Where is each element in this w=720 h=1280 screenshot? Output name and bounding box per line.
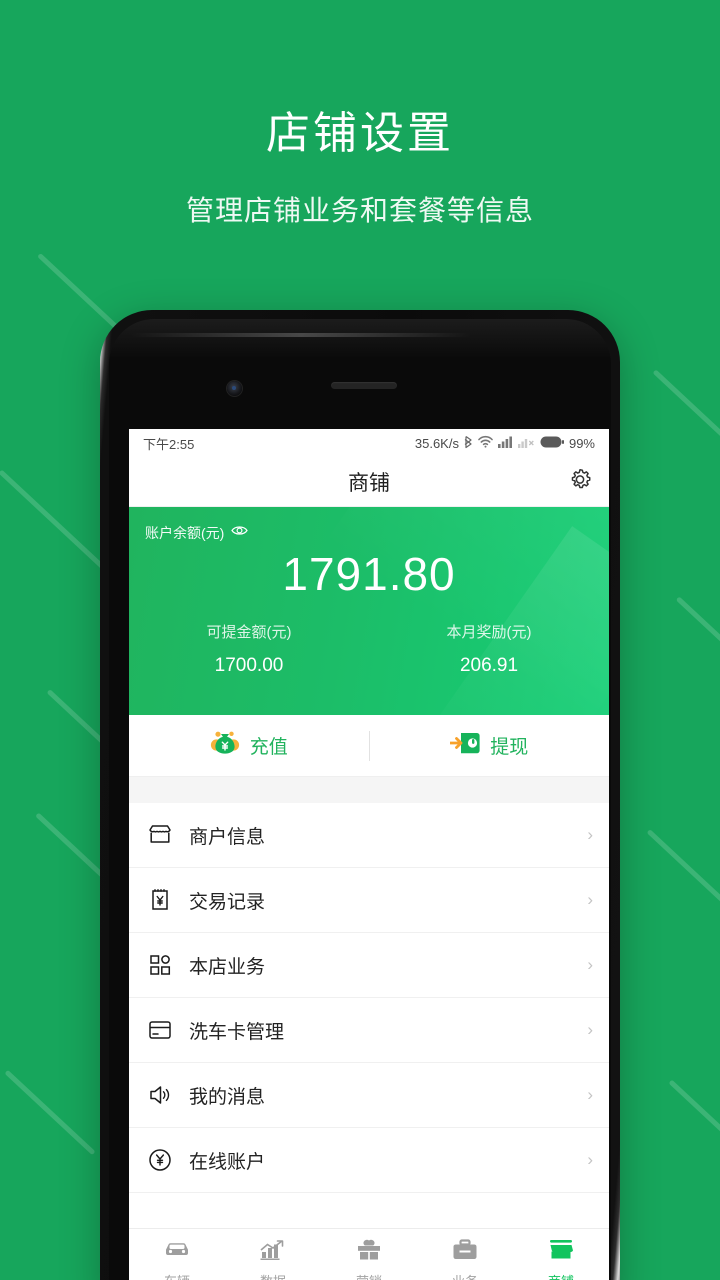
shop-icon	[546, 1239, 576, 1266]
speaker-icon	[145, 1084, 175, 1106]
eye-icon[interactable]	[231, 524, 249, 542]
promo-header: 店铺设置 管理店铺业务和套餐等信息	[0, 0, 720, 229]
balance-col-monthly-reward: 本月奖励(元) 206.91	[369, 621, 609, 677]
menu-item-online-account[interactable]: 在线账户 ›	[129, 1128, 609, 1193]
balance-col-label: 本月奖励(元)	[446, 624, 532, 641]
menu-item-label: 交易记录	[189, 891, 266, 913]
status-bar: 下午2:55 35.6K/s 99%	[129, 429, 609, 457]
chevron-right-icon: ›	[587, 1020, 593, 1039]
balance-col-value: 206.91	[459, 655, 519, 676]
tab-vehicles[interactable]: 车辆	[129, 1239, 225, 1280]
balance-col-withdrawable: 可提金额(元) 1700.00	[129, 621, 369, 677]
tab-data[interactable]: 数据	[225, 1239, 321, 1280]
menu-item-my-messages[interactable]: 我的消息 ›	[129, 1063, 609, 1128]
gift-icon	[355, 1239, 383, 1266]
balance-amount: 1791.80	[282, 548, 456, 600]
phone-screen: 下午2:55 35.6K/s 99% 商铺 账户余额(元) 1791.80 可提…	[129, 429, 609, 1280]
app-navbar: 商铺	[129, 457, 609, 507]
grid-icon	[145, 953, 175, 977]
menu-list: 商户信息 › 交易记录 › 本店业务 › 洗车卡管理 › 我的消息 › 在线账户…	[129, 803, 609, 1193]
balance-columns: 可提金额(元) 1700.00 本月奖励(元) 206.91	[129, 621, 609, 677]
chevron-right-icon: ›	[587, 1085, 593, 1104]
sim-no-service-icon	[517, 435, 535, 451]
stripe-decoration	[668, 1079, 720, 1186]
tab-shop[interactable]: 商铺	[513, 1239, 609, 1280]
tab-marketing[interactable]: 营销	[321, 1239, 417, 1280]
status-indicators: 35.6K/s 99%	[415, 435, 595, 452]
balance-label-row: 账户余额(元)	[129, 507, 609, 543]
menu-item-merchant-info[interactable]: 商户信息 ›	[129, 803, 609, 868]
status-time: 下午2:55	[143, 436, 195, 452]
car-icon	[162, 1239, 192, 1266]
balance-col-value: 1700.00	[214, 655, 284, 676]
front-camera-icon	[227, 381, 242, 396]
battery-percent-label: 99%	[568, 435, 595, 451]
tab-label: 商铺	[548, 1271, 574, 1280]
bluetooth-icon	[464, 435, 473, 452]
stripe-decoration	[4, 1069, 96, 1156]
tab-business[interactable]: 业务	[417, 1239, 513, 1280]
section-gap	[129, 777, 609, 803]
stripe-decoration	[0, 469, 112, 576]
balance-card: 账户余额(元) 1791.80 可提金额(元) 1700.00 本月奖励(元) …	[129, 507, 609, 715]
card-icon	[145, 1020, 175, 1040]
tab-label: 业务	[452, 1271, 478, 1280]
network-speed-label: 35.6K/s	[414, 435, 459, 451]
bottom-tab-bar: 车辆 数据 营销 业务	[129, 1228, 609, 1280]
gear-icon[interactable]	[567, 466, 593, 497]
tab-label: 营销	[356, 1271, 382, 1280]
menu-item-label: 商户信息	[189, 826, 266, 848]
chevron-right-icon: ›	[587, 890, 593, 909]
menu-item-label: 本店业务	[189, 956, 266, 978]
menu-item-wash-card[interactable]: 洗车卡管理 ›	[129, 998, 609, 1063]
recharge-button[interactable]: 充值	[129, 715, 369, 776]
phone-bezel: 下午2:55 35.6K/s 99% 商铺 账户余额(元) 1791.80 可提…	[109, 319, 611, 1280]
promo-title: 店铺设置	[266, 109, 454, 158]
menu-item-label: 在线账户	[189, 1151, 266, 1173]
signal-bars-icon	[497, 435, 513, 451]
chart-icon	[258, 1239, 288, 1266]
withdraw-label: 提现	[490, 737, 529, 758]
money-bag-icon	[210, 729, 240, 762]
chevron-right-icon: ›	[587, 955, 593, 974]
menu-item-transactions[interactable]: 交易记录 ›	[129, 868, 609, 933]
tab-label: 车辆	[164, 1271, 190, 1280]
menu-item-store-business[interactable]: 本店业务 ›	[129, 933, 609, 998]
tab-label: 数据	[260, 1271, 286, 1280]
balance-label: 账户余额(元)	[145, 525, 225, 541]
promo-subtitle: 管理店铺业务和套餐等信息	[185, 194, 534, 226]
stripe-decoration	[646, 829, 720, 976]
withdraw-button[interactable]: 提现	[370, 715, 610, 776]
page-title: 商铺	[348, 471, 390, 495]
menu-item-label: 我的消息	[189, 1086, 266, 1108]
stripe-decoration	[652, 369, 720, 496]
chevron-right-icon: ›	[587, 1150, 593, 1169]
receipt-yen-icon	[145, 888, 175, 912]
briefcase-icon	[451, 1239, 479, 1266]
chevron-right-icon: ›	[587, 825, 593, 844]
wallet-withdraw-icon	[449, 730, 480, 761]
battery-icon	[540, 436, 564, 451]
earpiece-speaker-icon	[331, 382, 397, 389]
recharge-label: 充值	[249, 737, 288, 758]
storefront-icon	[145, 824, 175, 846]
balance-col-label: 可提金额(元)	[206, 624, 292, 641]
action-row: 充值 提现	[129, 715, 609, 777]
bezel-gloss	[131, 333, 471, 337]
phone-mockup: 下午2:55 35.6K/s 99% 商铺 账户余额(元) 1791.80 可提…	[100, 310, 620, 1280]
stripe-decoration	[675, 596, 720, 689]
wifi-icon	[478, 435, 493, 451]
yen-circle-icon	[145, 1148, 175, 1172]
menu-item-label: 洗车卡管理	[189, 1021, 285, 1043]
